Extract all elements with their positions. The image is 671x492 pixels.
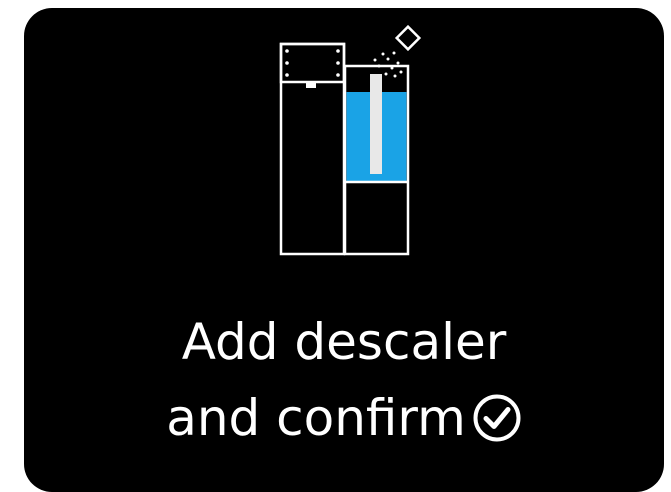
instruction-line-1: Add descaler bbox=[181, 313, 507, 371]
instruction-line-2-text: and confirm bbox=[166, 389, 466, 447]
descaling-instruction: Add descaler and confirm bbox=[24, 304, 664, 456]
check-circle-icon[interactable] bbox=[472, 393, 522, 443]
instruction-line-2: and confirm bbox=[24, 380, 664, 456]
descaling-screen: Add descaler and confirm bbox=[24, 8, 664, 492]
coffee-machine-descaler-icon bbox=[279, 24, 422, 256]
